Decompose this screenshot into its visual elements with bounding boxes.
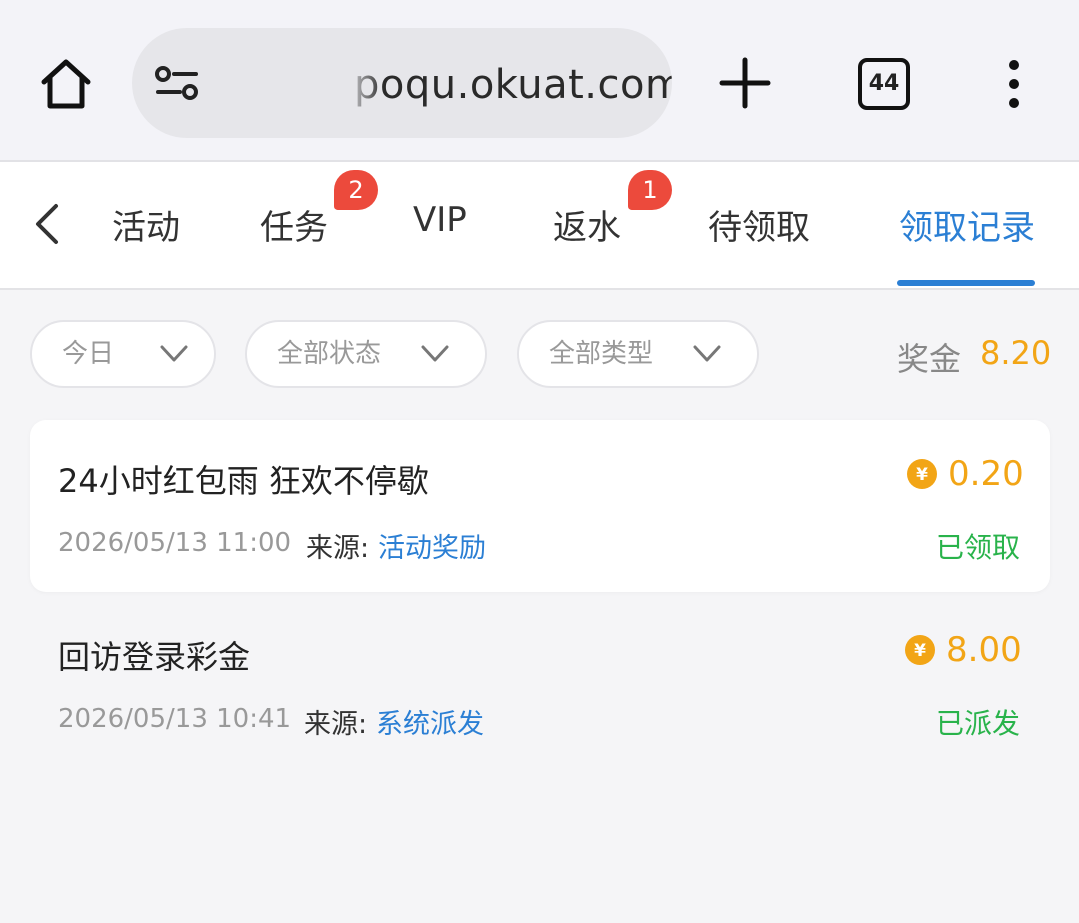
status-filter[interactable]: 全部状态 [245,320,487,388]
yuan-coin-icon: ¥ [905,635,935,665]
record-status: 已派发 [935,707,1020,740]
chevron-down-icon [160,345,188,362]
date-filter[interactable]: 今日 [30,320,216,388]
record-source: 系统派发 [376,709,484,740]
browser-toolbar: poqu.okuat.com:9884 44 [0,0,1079,162]
tasks-badge: 2 [334,170,378,210]
tab-switcher-icon[interactable]: 44 [858,58,910,110]
svg-text:¥: ¥ [916,465,928,485]
record-time: 2026/05/13 10:41 [58,704,292,734]
svg-text:¥: ¥ [914,641,926,661]
tune-icon[interactable] [154,65,200,101]
tab-tasks[interactable]: 任务 [260,200,328,249]
record-title: 回访登录彩金 [58,638,251,676]
chevron-down-icon [693,345,721,362]
record-amount: 0.20 [948,454,1024,494]
record-status: 已领取 [935,531,1020,564]
record-title: 24小时红包雨 狂欢不停歇 [58,462,429,500]
status-filter-label: 全部状态 [277,339,382,369]
rebate-badge: 1 [628,170,672,210]
record-item[interactable]: 24小时红包雨 狂欢不停歇 ¥ 0.20 2026/05/13 11:00 来源… [30,420,1050,592]
record-time: 2026/05/13 11:00 [58,528,292,558]
record-item[interactable]: 回访登录彩金 ¥ 8.00 2026/05/13 10:41 来源: 系统派发 … [30,596,1050,768]
tab-rebate[interactable]: 返水 [553,200,621,249]
type-filter[interactable]: 全部类型 [517,320,759,388]
record-amount: 8.00 [946,630,1022,670]
back-arrow-icon[interactable] [30,202,62,246]
tab-pending[interactable]: 待领取 [708,200,810,249]
plus-icon[interactable] [716,54,774,112]
type-filter-label: 全部类型 [549,339,654,369]
tab-count: 44 [868,71,900,96]
tab-activity[interactable]: 活动 [112,200,180,249]
more-vert-icon[interactable] [1000,58,1028,110]
record-source-label: 来源: [306,533,370,564]
home-icon[interactable] [36,54,96,114]
tab-claim-history[interactable]: 领取记录 [899,200,1035,249]
record-source-label: 来源: [304,709,368,740]
tab-navigation: 活动 任务 2 VIP 返水 1 待领取 领取记录 [0,162,1079,290]
record-source: 活动奖励 [378,533,486,564]
chevron-down-icon [421,345,449,362]
active-tab-indicator [897,280,1035,286]
tab-vip[interactable]: VIP [413,200,467,240]
address-bar[interactable]: poqu.okuat.com:9884 [132,28,672,138]
date-filter-label: 今日 [62,339,115,369]
yuan-coin-icon: ¥ [907,459,937,489]
bonus-label: 奖金 [897,340,962,378]
bonus-amount: 8.20 [980,334,1052,372]
url-text[interactable]: poqu.okuat.com:9884 [354,62,672,108]
